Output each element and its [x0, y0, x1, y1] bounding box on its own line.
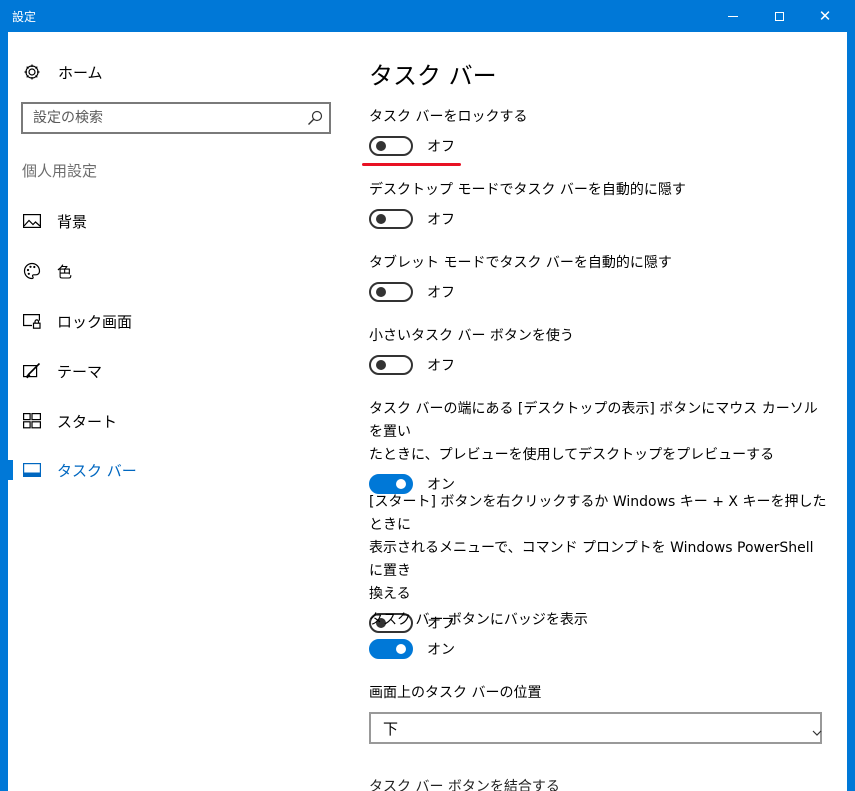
- picture-icon: [22, 211, 42, 231]
- gear-icon: [22, 63, 42, 81]
- setting-label: タスク バー ボタンにバッジを表示: [369, 612, 588, 628]
- setting-label-line: タスク バーの端にある [デスクトップの表示] ボタンにマウス カーソルを置い: [369, 401, 818, 440]
- palette-icon: [22, 261, 42, 281]
- start-tiles-icon: [22, 411, 42, 431]
- combine-buttons-label: タスク バー ボタンを結合する: [369, 779, 560, 791]
- sidebar-item-lock-screen[interactable]: ロック画面: [8, 301, 338, 341]
- setting-badges: タスク バー ボタンにバッジを表示 オン: [369, 609, 829, 659]
- sidebar: ホーム 個人用設定 背景 色 ロック画面: [8, 32, 338, 791]
- search-input[interactable]: [23, 104, 319, 132]
- maximize-button[interactable]: [756, 0, 802, 32]
- toggle-state: オフ: [427, 358, 455, 374]
- toggle-state: オフ: [427, 285, 455, 301]
- taskbar-icon: [22, 460, 42, 480]
- search-box[interactable]: [21, 102, 331, 134]
- selection-indicator: [8, 460, 13, 480]
- minimize-icon: [728, 15, 738, 17]
- setting-label: デスクトップ モードでタスク バーを自動的に隠す: [369, 182, 686, 198]
- home-label: ホーム: [58, 63, 103, 82]
- setting-label: タブレット モードでタスク バーを自動的に隠す: [369, 255, 672, 271]
- sidebar-item-label: 色: [57, 262, 73, 281]
- setting-label-line: 換える: [369, 586, 411, 602]
- setting-label-line: 表示されるメニューで、コマンド プロンプトを Windows PowerShel…: [369, 540, 814, 579]
- toggle-knob: [396, 479, 406, 489]
- lock-taskbar-toggle[interactable]: [369, 136, 413, 156]
- setting-lock-taskbar: タスク バーをロックする オフ: [369, 106, 829, 156]
- theme-brush-icon: [22, 361, 42, 381]
- sidebar-item-label: テーマ: [57, 362, 103, 381]
- sidebar-item-label: スタート: [57, 412, 118, 431]
- toggle-knob: [376, 360, 386, 370]
- close-button[interactable]: ✕: [802, 0, 848, 32]
- taskbar-position-dropdown[interactable]: 下: [369, 712, 822, 744]
- setting-position-label: 画面上のタスク バーの位置: [369, 682, 829, 705]
- toggle-knob: [376, 287, 386, 297]
- setting-label: 小さいタスク バー ボタンを使う: [369, 328, 574, 344]
- sidebar-item-label: タスク バー: [57, 461, 137, 480]
- toggle-state: オン: [427, 642, 455, 658]
- toggle-knob: [376, 141, 386, 151]
- sidebar-item-label: ロック画面: [57, 312, 133, 331]
- chevron-down-icon: [812, 723, 822, 736]
- maximize-icon: [774, 11, 784, 21]
- badges-toggle[interactable]: [369, 639, 413, 659]
- red-highlight-underline: [362, 163, 461, 166]
- main-content: タスク バー タスク バーをロックする オフ デスクトップ モードでタスク バー…: [362, 32, 839, 791]
- close-icon: ✕: [818, 6, 832, 25]
- lock-screen-icon: [22, 311, 42, 331]
- setting-peek-preview: タスク バーの端にある [デスクトップの表示] ボタンにマウス カーソルを置い …: [369, 398, 829, 494]
- setting-autohide-tablet: タブレット モードでタスク バーを自動的に隠す オフ: [369, 252, 829, 302]
- window-title: 設定: [12, 10, 37, 24]
- setting-small-buttons: 小さいタスク バー ボタンを使う オフ: [369, 325, 829, 375]
- setting-label-line: [スタート] ボタンを右クリックするか Windows キー + X キーを押し…: [369, 494, 827, 533]
- minimize-button[interactable]: [710, 0, 756, 32]
- sidebar-item-start[interactable]: スタート: [8, 401, 338, 441]
- small-buttons-toggle[interactable]: [369, 355, 413, 375]
- section-title: 個人用設定: [22, 162, 98, 180]
- toggle-state: オフ: [427, 212, 455, 228]
- setting-label: タスク バーをロックする: [369, 109, 528, 125]
- autohide-desktop-toggle[interactable]: [369, 209, 413, 229]
- toggle-state: オフ: [427, 139, 455, 155]
- page-title: タスク バー: [369, 62, 497, 90]
- setting-autohide-desktop: デスクトップ モードでタスク バーを自動的に隠す オフ: [369, 179, 829, 229]
- toggle-knob: [396, 644, 406, 654]
- search-icon[interactable]: [307, 110, 323, 126]
- setting-label: 画面上のタスク バーの位置: [369, 685, 542, 701]
- sidebar-item-label: 背景: [57, 212, 88, 231]
- dropdown-value: 下: [383, 720, 399, 738]
- toggle-knob: [376, 214, 386, 224]
- setting-label-line: たときに、プレビューを使用してデスクトップをプレビューする: [369, 447, 775, 463]
- sidebar-item-background[interactable]: 背景: [8, 201, 338, 241]
- settings-window: ホーム 個人用設定 背景 色 ロック画面: [8, 32, 847, 791]
- autohide-tablet-toggle[interactable]: [369, 282, 413, 302]
- sidebar-item-taskbar[interactable]: タスク バー: [8, 450, 338, 490]
- title-bar: 設定 ✕: [0, 0, 855, 32]
- sidebar-item-color[interactable]: 色: [8, 251, 338, 291]
- sidebar-item-theme[interactable]: テーマ: [8, 351, 338, 391]
- home-link[interactable]: ホーム: [22, 60, 103, 84]
